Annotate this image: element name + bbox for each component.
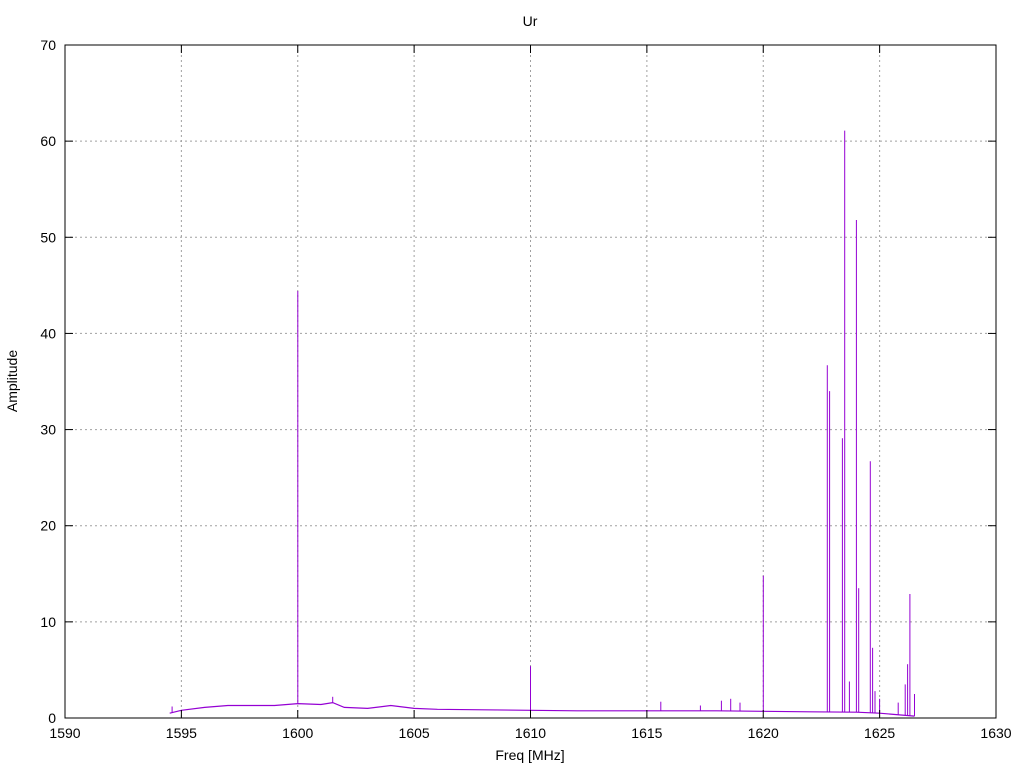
y-tick-label: 30 [40, 422, 56, 438]
x-tick-label: 1620 [748, 725, 779, 741]
y-tick-label: 20 [40, 518, 56, 534]
tick-labels: 1590 1595 1600 1605 1610 1615 1620 1625 1630 0 10 2… [40, 37, 1011, 741]
series-baseline [169, 701, 915, 717]
y-tick-label: 70 [40, 37, 56, 53]
y-tick-label: 60 [40, 133, 56, 149]
x-tick-label: 1615 [631, 725, 662, 741]
y-tick-label: 0 [48, 710, 56, 726]
x-tick-label: 1590 [49, 725, 80, 741]
x-tick-label: 1625 [864, 725, 895, 741]
x-tick-label: 1600 [282, 725, 313, 741]
x-tick-label: 1630 [980, 725, 1011, 741]
y-tick-label: 10 [40, 614, 56, 630]
x-tick-label: 1605 [399, 725, 430, 741]
chart-svg: 1590 1595 1600 1605 1610 1615 1620 1625 1630 0 10 2… [4, 13, 1012, 763]
x-axis-label: Freq [MHz] [495, 747, 564, 763]
y-axis-label: Amplitude [4, 350, 20, 412]
x-tick-label: 1610 [515, 725, 546, 741]
x-tick-label: 1595 [166, 725, 197, 741]
y-tick-label: 50 [40, 229, 56, 245]
y-tick-label: 40 [40, 325, 56, 341]
chart-title: Ur [523, 13, 538, 29]
series-layer [169, 130, 915, 717]
